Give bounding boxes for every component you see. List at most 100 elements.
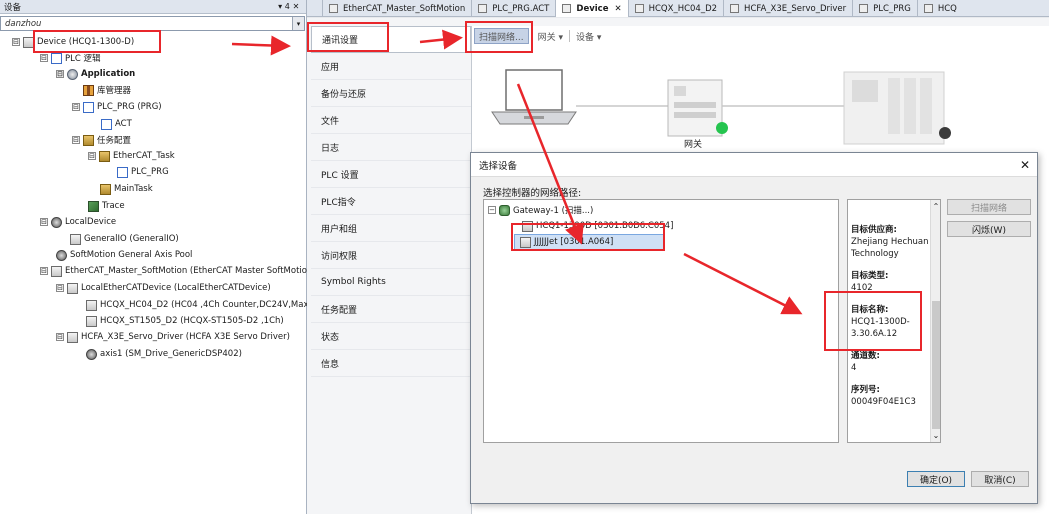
target-name-label: 目标名称:	[851, 305, 889, 315]
gateway-icon[interactable]	[667, 79, 728, 137]
collapse-icon[interactable]: ⊟	[40, 218, 48, 226]
chevron-down-icon[interactable]: ▾	[292, 17, 304, 30]
tab-hcqx-hc04[interactable]: HCQX_HC04_D2	[629, 0, 725, 17]
tree-item-servo-driver[interactable]: ⊟ HCFA_X3E_Servo_Driver (HCFA X3E Servo D…	[56, 329, 290, 345]
plc-device-icon[interactable]	[843, 71, 951, 145]
scan-network-button[interactable]: 扫描网络...	[474, 28, 529, 44]
collapse-icon[interactable]: ⊟	[88, 152, 96, 160]
tree-item-library-manager[interactable]: 库管理器	[83, 82, 131, 98]
device-icon	[562, 4, 572, 13]
tree-item-device[interactable]: ⊟ Device (HCQ1-1300-D)	[12, 34, 134, 50]
tree-item-ethercat-task[interactable]: ⊟ EtherCAT_Task	[88, 148, 175, 164]
tree-item-ethercat-master[interactable]: ⊟ EtherCAT_Master_SoftMotion (EtherCAT Ma…	[40, 263, 316, 279]
channels-label: 通道数:	[851, 351, 880, 361]
collapse-icon[interactable]: ⊟	[12, 38, 20, 46]
tree-item-localdevice[interactable]: ⊟ LocalDevice	[40, 214, 116, 230]
program-call-icon	[117, 166, 128, 178]
collapse-icon[interactable]: −	[488, 206, 496, 214]
tab-hcq[interactable]: HCQ	[918, 0, 963, 17]
vendor-value: Zhejiang Hechuan Technology	[851, 237, 929, 259]
close-icon[interactable]: ✕	[290, 2, 302, 11]
tree-item-act[interactable]: ACT	[101, 116, 132, 132]
toolbar-separator	[568, 30, 570, 42]
pin-icon[interactable]: ▾ 4	[278, 2, 290, 11]
wink-button[interactable]: 闪烁(W)	[947, 221, 1031, 237]
tree-item-task-config[interactable]: ⊟ 任务配置	[72, 132, 131, 148]
tree-item-trace[interactable]: Trace	[88, 198, 125, 214]
tab-backup-restore[interactable]: 备份与还原	[311, 80, 471, 107]
gateway-menu[interactable]: 网关 ▾	[534, 28, 567, 44]
collapse-icon[interactable]: ⊟	[40, 54, 48, 62]
tab-symbol-rights[interactable]: Symbol Rights	[311, 269, 471, 296]
tree-item-axis1[interactable]: axis1 (SM_Drive_GenericDSP402)	[86, 346, 242, 362]
tab-files[interactable]: 文件	[311, 107, 471, 134]
project-combo-value: danzhou	[5, 18, 42, 29]
local-device-icon	[51, 216, 62, 228]
device-panel: 设备 ▾ 4 ✕ danzhou ▾ ⊟ Device (HCQ1-1300-D)…	[0, 0, 329, 514]
tab-plc-prg-act[interactable]: PLC_PRG.ACT	[472, 0, 557, 17]
tab-hcfa-servo[interactable]: HCFA_X3E_Servo_Driver	[724, 0, 854, 17]
plc-logic-icon	[51, 52, 62, 64]
tab-overflow[interactable]	[307, 0, 323, 17]
tree-item-gateway[interactable]: − Gateway-1 (扫描...)	[488, 202, 593, 218]
laptop-icon[interactable]	[491, 69, 577, 125]
tree-item-local-ethercat-device[interactable]: ⊟ LocalEtherCATDevice (LocalEtherCATDevic…	[56, 280, 271, 296]
toolbar-separator	[530, 30, 532, 42]
tab-plc-settings[interactable]: PLC 设置	[311, 161, 471, 188]
tab-plc-shell[interactable]: PLC指令	[311, 188, 471, 215]
close-icon[interactable]: ✕	[1013, 158, 1037, 172]
select-device-dialog: 选择设备 ✕ 选择控制器的网络路径: − Gateway-1 (扫描...) H…	[470, 152, 1038, 504]
project-combo[interactable]: danzhou ▾	[0, 16, 305, 31]
collapse-icon[interactable]: ⊟	[72, 103, 80, 111]
tree-item-axis-pool[interactable]: SoftMotion General Axis Pool	[56, 247, 192, 263]
io-module-icon	[86, 299, 97, 311]
tree-item-maintask[interactable]: MainTask	[100, 181, 153, 197]
scan-network-dialog-button[interactable]: 扫描网络	[947, 199, 1031, 215]
editor-tab-bar: EtherCAT_Master_SoftMotion PLC_PRG.ACT D…	[307, 0, 1049, 17]
tab-task-config[interactable]: 任务配置	[311, 296, 471, 323]
collapse-icon[interactable]: ⊟	[56, 70, 64, 78]
tab-device[interactable]: Device ✕	[556, 0, 629, 17]
device-icon	[730, 4, 740, 13]
library-icon	[83, 84, 94, 96]
ok-button[interactable]: 确定(O)	[907, 471, 965, 487]
tab-ethercat-master[interactable]: EtherCAT_Master_SoftMotion	[323, 0, 473, 17]
scrollbar-thumb[interactable]	[932, 301, 940, 429]
tree-item-device-selected[interactable]: JJJJJJet [0301.A064]	[514, 234, 664, 250]
collapse-icon[interactable]: ⊟	[56, 284, 64, 292]
io-module-icon	[86, 315, 97, 327]
tree-item-hcqx-hc04[interactable]: HCQX_HC04_D2 (HC04 ,4Ch Counter,DC24V,Ma…	[86, 297, 329, 313]
tab-log[interactable]: 日志	[311, 134, 471, 161]
tree-item-plc-logic[interactable]: ⊟ PLC 逻辑	[40, 50, 101, 66]
tree-item-application[interactable]: ⊟ Application	[56, 66, 135, 82]
info-scrollbar[interactable]: ⌃ ⌄	[930, 200, 940, 442]
tab-information[interactable]: 信息	[311, 350, 471, 377]
network-path-tree[interactable]: − Gateway-1 (扫描...) HCQ1-1300D [0301.B0D…	[483, 199, 839, 443]
program-icon	[478, 4, 488, 13]
scroll-down-icon[interactable]: ⌄	[931, 431, 941, 440]
device-menu[interactable]: 设备 ▾	[572, 28, 605, 44]
tab-comm-settings[interactable]: 通讯设置	[311, 26, 471, 53]
collapse-icon[interactable]: ⊟	[72, 136, 80, 144]
task-config-icon	[83, 134, 94, 146]
tab-application[interactable]: 应用	[311, 53, 471, 80]
tree-item-generalio[interactable]: GeneralIO (GeneralIO)	[70, 231, 179, 247]
tab-plc-prg[interactable]: PLC_PRG	[853, 0, 918, 17]
collapse-icon[interactable]: ⊟	[56, 333, 64, 341]
tree-item-device-hcq1[interactable]: HCQ1-1300D [0301.B0D6.C054]	[522, 218, 673, 234]
tree-item-task-plc-prg[interactable]: PLC_PRG	[117, 164, 169, 180]
tab-users-groups[interactable]: 用户和组	[311, 215, 471, 242]
device-icon	[520, 236, 531, 248]
close-icon[interactable]: ✕	[614, 4, 621, 14]
tree-item-plc-prg[interactable]: ⊟ PLC_PRG (PRG)	[72, 99, 162, 115]
tab-access-rights[interactable]: 访问权限	[311, 242, 471, 269]
collapse-icon[interactable]: ⊟	[40, 267, 48, 275]
device-icon	[23, 36, 34, 48]
scroll-up-icon[interactable]: ⌃	[931, 202, 941, 211]
axis-pool-icon	[56, 249, 67, 261]
tab-status[interactable]: 状态	[311, 323, 471, 350]
ethercat-device-icon	[67, 282, 78, 294]
channels-value: 4	[851, 363, 857, 373]
cancel-button[interactable]: 取消(C)	[971, 471, 1029, 487]
tree-item-hcqx-st1505[interactable]: HCQX_ST1505_D2 (HCQX-ST1505-D2 ,1Ch)	[86, 313, 284, 329]
